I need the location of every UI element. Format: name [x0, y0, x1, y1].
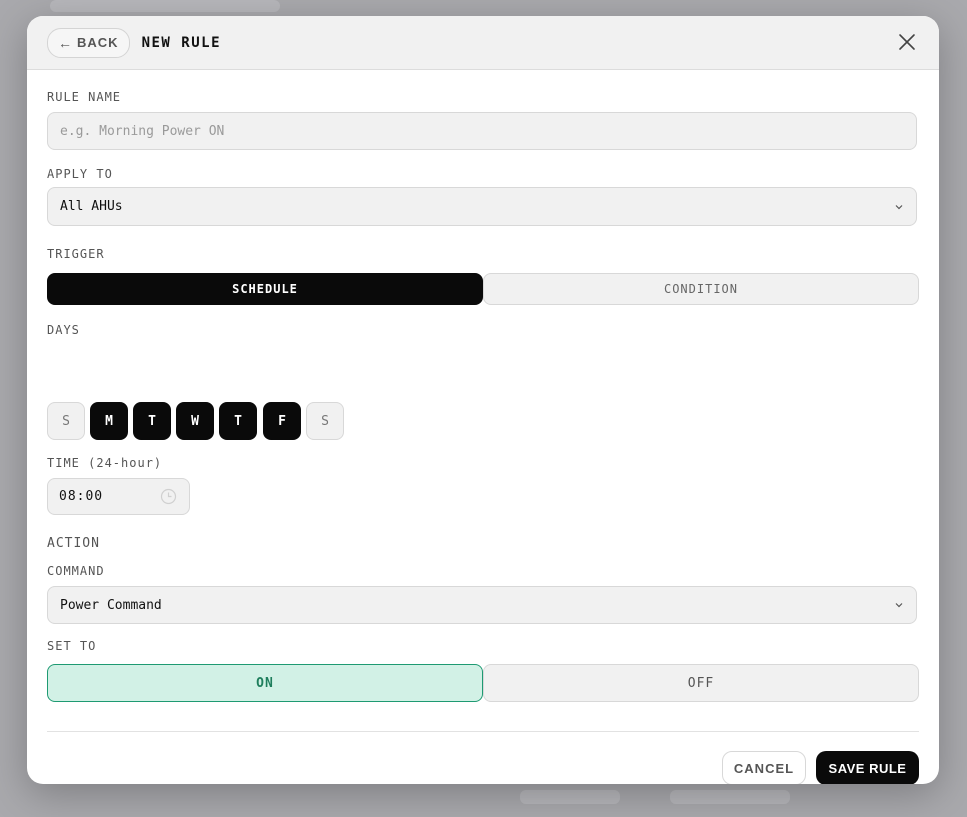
save-rule-button[interactable]: SAVE RULE — [816, 751, 919, 784]
cancel-button[interactable]: CANCEL — [722, 751, 806, 784]
set-to-on-button[interactable]: ON — [47, 664, 483, 702]
dialog-title: NEW RULE — [141, 34, 221, 51]
command-value: Power Command — [60, 597, 162, 613]
time-value: 08:00 — [59, 489, 104, 504]
day-tuesday[interactable]: T — [133, 402, 171, 440]
clock-icon[interactable] — [160, 488, 177, 505]
command-label: COMMAND — [47, 564, 105, 578]
day-thursday[interactable]: T — [219, 402, 257, 440]
close-icon[interactable] — [897, 32, 917, 52]
background-content — [670, 790, 790, 804]
time-label: TIME (24-hour) — [47, 456, 163, 470]
day-friday[interactable]: F — [263, 402, 301, 440]
time-input[interactable]: 08:00 — [47, 478, 190, 515]
background-content — [50, 0, 280, 12]
back-button[interactable]: ← BACK — [47, 27, 130, 58]
set-to-label: SET TO — [47, 639, 97, 653]
apply-to-label: APPLY TO — [47, 167, 113, 181]
command-select[interactable]: Power Command — [47, 586, 917, 624]
action-label: ACTION — [47, 536, 100, 551]
background-content — [520, 790, 620, 804]
days-label: DAYS — [47, 323, 80, 337]
chevron-down-icon — [895, 603, 903, 608]
back-label: BACK — [77, 35, 119, 50]
footer-divider — [47, 731, 919, 732]
trigger-condition-button[interactable]: CONDITION — [483, 273, 919, 305]
rule-name-input[interactable] — [60, 123, 904, 139]
trigger-label: TRIGGER — [47, 247, 105, 261]
dialog-header: ← BACK NEW RULE — [27, 16, 939, 70]
day-saturday[interactable]: S — [306, 402, 344, 440]
arrow-left-icon: ← — [58, 34, 73, 51]
trigger-schedule-button[interactable]: SCHEDULE — [47, 273, 483, 305]
day-monday[interactable]: M — [90, 402, 128, 440]
chevron-down-icon — [895, 205, 903, 210]
rule-name-field[interactable] — [47, 112, 917, 150]
day-wednesday[interactable]: W — [176, 402, 214, 440]
new-rule-dialog: ← BACK NEW RULE RULE NAME APPLY TO All A… — [27, 16, 939, 784]
rule-name-label: RULE NAME — [47, 90, 122, 104]
apply-to-value: All AHUs — [60, 199, 123, 214]
apply-to-select[interactable]: All AHUs — [47, 187, 917, 226]
set-to-off-button[interactable]: OFF — [483, 664, 919, 702]
day-sunday[interactable]: S — [47, 402, 85, 440]
